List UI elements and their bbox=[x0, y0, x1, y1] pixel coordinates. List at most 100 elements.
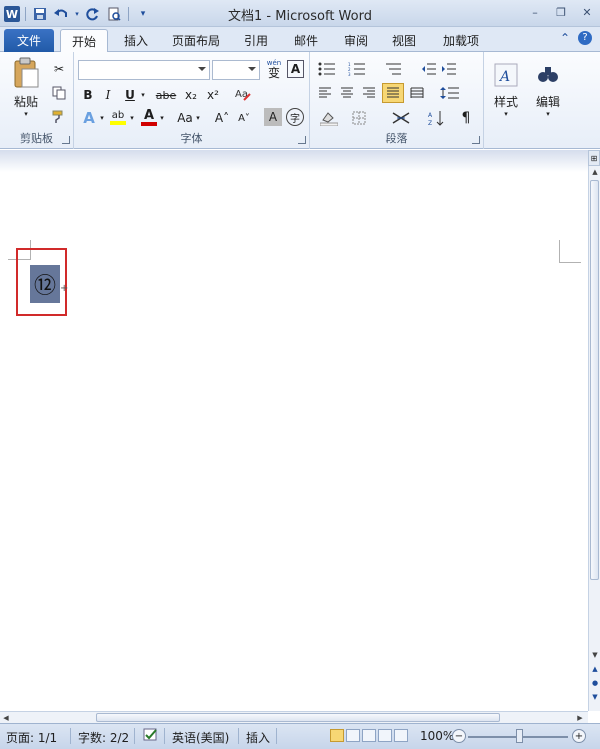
next-page-icon[interactable]: ▼ bbox=[589, 691, 600, 703]
char-border-button[interactable]: A bbox=[287, 60, 304, 78]
change-case-dropdown-icon[interactable]: ▾ bbox=[194, 110, 202, 126]
tab-mailings[interactable]: 邮件 bbox=[288, 29, 324, 52]
underline-dropdown-icon[interactable]: ▾ bbox=[138, 86, 148, 104]
bold-button[interactable]: B bbox=[80, 86, 96, 104]
font-color-dropdown-icon[interactable]: ▾ bbox=[158, 110, 166, 126]
zoom-level[interactable]: 100% bbox=[420, 729, 454, 743]
numbering-icon[interactable]: 123 bbox=[346, 60, 368, 78]
strikethrough-button[interactable]: abe bbox=[154, 86, 178, 104]
grow-font-button[interactable]: A˄ bbox=[212, 108, 232, 128]
clipboard-launcher-icon[interactable] bbox=[62, 136, 70, 144]
text-effect-button[interactable]: A bbox=[80, 108, 98, 128]
zoom-out-icon[interactable]: − bbox=[452, 729, 466, 743]
copy-icon[interactable] bbox=[50, 84, 68, 102]
clipboard-group: 粘贴 ▾ ✂ 剪贴板 bbox=[0, 52, 74, 149]
font-name-combo[interactable] bbox=[78, 60, 210, 80]
format-painter-icon[interactable] bbox=[50, 108, 68, 126]
status-separator bbox=[238, 728, 239, 744]
word-count[interactable]: 字数: 2/2 bbox=[78, 729, 129, 746]
text-effect-dropdown-icon[interactable]: ▾ bbox=[98, 110, 106, 126]
document-area[interactable] bbox=[0, 150, 588, 711]
paragraph-label: 段落 bbox=[385, 132, 408, 145]
align-left-icon[interactable] bbox=[316, 84, 334, 102]
sort-icon[interactable]: AZ bbox=[426, 108, 448, 128]
font-color-button[interactable]: A bbox=[140, 106, 158, 128]
font-size-combo[interactable] bbox=[212, 60, 260, 80]
highlight-button[interactable]: ab bbox=[108, 108, 128, 128]
font-launcher-icon[interactable] bbox=[298, 136, 306, 144]
previous-page-icon[interactable]: ▲ bbox=[589, 663, 600, 675]
proofing-icon[interactable] bbox=[142, 727, 160, 746]
font-size-dropdown-icon bbox=[248, 67, 256, 71]
enclose-char-button[interactable]: 字 bbox=[286, 108, 304, 126]
clear-format-icon[interactable]: Aa bbox=[232, 84, 254, 104]
increase-indent-icon[interactable] bbox=[440, 60, 458, 78]
tab-view[interactable]: 视图 bbox=[386, 29, 422, 52]
cut-icon[interactable]: ✂ bbox=[50, 60, 68, 78]
editing-group: 编辑 ▾ bbox=[528, 52, 568, 149]
tab-home[interactable]: 开始 bbox=[60, 29, 108, 52]
align-center-icon[interactable] bbox=[338, 84, 356, 102]
subscript-button[interactable]: x₂ bbox=[182, 86, 200, 104]
tab-insert[interactable]: 插入 bbox=[118, 29, 154, 52]
underline-button[interactable]: U bbox=[122, 86, 138, 104]
paragraph-launcher-icon[interactable] bbox=[472, 136, 480, 144]
italic-button[interactable]: I bbox=[100, 86, 116, 104]
shading-icon[interactable] bbox=[316, 108, 342, 128]
multilevel-list-icon[interactable] bbox=[380, 60, 406, 78]
distributed-icon[interactable] bbox=[408, 84, 426, 102]
show-marks-icon[interactable]: ¶ bbox=[456, 108, 476, 128]
styles-group: A 样式 ▾ bbox=[484, 52, 528, 149]
close-icon[interactable]: ✕ bbox=[578, 3, 596, 21]
change-case-button[interactable]: Aa bbox=[174, 108, 196, 128]
font-name-dropdown-icon bbox=[198, 67, 206, 71]
outline-view-icon[interactable] bbox=[378, 729, 392, 742]
zoom-in-icon[interactable]: + bbox=[572, 729, 586, 743]
borders-icon[interactable] bbox=[346, 108, 372, 128]
vertical-scrollbar[interactable]: ▲ ▼ ▲ ● ▼ bbox=[588, 166, 600, 711]
zoom-slider-thumb[interactable] bbox=[516, 729, 523, 743]
paragraph-group: 123 A Z ¶ 段落 bbox=[310, 52, 484, 149]
page-indicator[interactable]: 页面: 1/1 bbox=[6, 729, 57, 746]
restore-icon[interactable]: ❐ bbox=[552, 3, 570, 21]
align-right-icon[interactable] bbox=[360, 84, 378, 102]
justify-icon[interactable] bbox=[382, 83, 404, 103]
full-screen-reading-view-icon[interactable] bbox=[346, 729, 360, 742]
language-indicator[interactable]: 英语(美国) bbox=[172, 729, 229, 746]
help-icon[interactable]: ? bbox=[578, 31, 592, 45]
editing-dropdown-icon: ▾ bbox=[546, 109, 550, 118]
editing-button[interactable]: 编辑 ▾ bbox=[530, 56, 566, 124]
selected-text[interactable]: ⑫ bbox=[30, 265, 60, 303]
line-spacing-icon[interactable] bbox=[438, 84, 462, 102]
web-layout-view-icon[interactable] bbox=[362, 729, 376, 742]
draft-view-icon[interactable] bbox=[394, 729, 408, 742]
tab-references[interactable]: 引用 bbox=[238, 29, 274, 52]
scroll-up-icon[interactable]: ▲ bbox=[589, 166, 600, 178]
highlight-dropdown-icon[interactable]: ▾ bbox=[128, 110, 136, 126]
scroll-down-icon[interactable]: ▼ bbox=[589, 649, 600, 661]
shrink-font-button[interactable]: A˅ bbox=[234, 108, 254, 128]
phonetic-guide-button[interactable]: wén 变 bbox=[264, 58, 284, 80]
styles-button[interactable]: A 样式 ▾ bbox=[488, 56, 524, 124]
select-browse-object-icon[interactable]: ● bbox=[589, 677, 600, 689]
superscript-button[interactable]: x² bbox=[204, 86, 222, 104]
tab-file[interactable]: 文件 bbox=[4, 29, 54, 52]
chinese-layout-icon[interactable] bbox=[388, 108, 414, 128]
phonetic-guide-char: 变 bbox=[267, 65, 280, 80]
paste-button[interactable]: 粘贴 ▾ bbox=[8, 56, 44, 118]
ruler-toggle-icon[interactable]: ⊞ bbox=[588, 150, 600, 166]
tab-addins[interactable]: 加载项 bbox=[436, 29, 486, 52]
char-shading-button[interactable]: A bbox=[264, 108, 282, 126]
bullets-icon[interactable] bbox=[316, 60, 338, 78]
tab-page-layout[interactable]: 页面布局 bbox=[166, 29, 226, 52]
print-layout-view-icon[interactable] bbox=[330, 729, 344, 742]
tab-review[interactable]: 审阅 bbox=[338, 29, 374, 52]
minimize-ribbon-icon[interactable]: ⌃ bbox=[560, 31, 570, 45]
title-bar: W ▾ ▾ 文档1 - Microsoft Word – ❐ ✕ bbox=[0, 0, 600, 27]
minimize-icon[interactable]: – bbox=[526, 3, 544, 21]
horizontal-scroll-thumb[interactable] bbox=[96, 713, 500, 722]
insert-mode-indicator[interactable]: 插入 bbox=[246, 729, 270, 746]
horizontal-scrollbar[interactable]: ◀ ▶ bbox=[0, 711, 588, 723]
vertical-scroll-thumb[interactable] bbox=[590, 180, 599, 580]
decrease-indent-icon[interactable] bbox=[420, 60, 438, 78]
